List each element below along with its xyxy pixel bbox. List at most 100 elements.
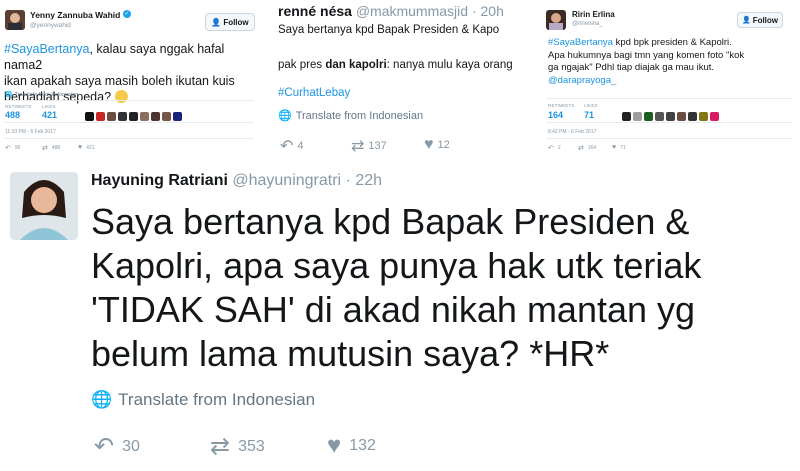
reply-button[interactable]: ↶ 4 <box>280 136 304 156</box>
retweets-label: RETWEETS <box>548 103 575 108</box>
retweet-icon: ⇄ <box>210 433 231 460</box>
tweet-age[interactable]: · 22h <box>346 172 382 189</box>
avatar[interactable] <box>96 112 105 121</box>
retweet-count: 353 <box>238 437 265 455</box>
hashtag-link[interactable]: #CurhatLebay <box>278 87 350 99</box>
like-button[interactable]: ♥ 71 <box>612 144 626 151</box>
avatar[interactable] <box>655 112 664 121</box>
display-name[interactable]: Ririn Erlina <box>572 10 615 19</box>
display-name[interactable]: Yenny Zannuba Wahid <box>30 10 120 20</box>
tweet-text-line: Kapolri, apa saya punya hak utk teriak <box>91 245 702 286</box>
translate-label: Translate from Indonesian <box>295 109 424 122</box>
likes-count[interactable]: 421 <box>42 110 57 120</box>
avatar[interactable] <box>622 112 631 121</box>
avatar[interactable] <box>688 112 697 121</box>
tweet-text-line: ga ngajak" Pdhl tiap diajak ga mau ikut. <box>548 62 715 73</box>
avatar[interactable] <box>85 112 94 121</box>
heart-icon: ♥ <box>78 144 83 151</box>
reply-icon: ↶ <box>280 138 294 155</box>
handle[interactable]: @hayuningratri <box>232 172 341 189</box>
retweet-count: 488 <box>51 145 61 151</box>
divider <box>4 138 254 139</box>
liker-avatars[interactable] <box>622 108 721 126</box>
retweet-icon: ⇄ <box>578 145 584 152</box>
retweet-button[interactable]: ⇄ 488 <box>42 144 60 152</box>
heart-icon: ♥ <box>612 144 617 151</box>
follow-label: Follow <box>223 17 249 27</box>
avatar[interactable] <box>151 112 160 121</box>
retweet-count: 164 <box>587 145 597 151</box>
thinking-emoji-icon <box>114 90 128 103</box>
tweet-text-part: : nanya mulu kaya orang <box>386 59 513 71</box>
tweet-text-second: pak pres dan kapolri: nanya mulu kaya or… <box>278 59 513 71</box>
follow-label: Follow <box>752 15 779 25</box>
like-count: 421 <box>86 144 95 151</box>
hashtag-link[interactable]: #SayaBertanya <box>548 37 613 48</box>
avatar[interactable] <box>118 112 127 121</box>
tweet-text: Saya bertanya kpd Bapak Presiden & Kapol… <box>91 200 701 376</box>
avatar[interactable] <box>666 112 675 121</box>
tweet-text-line: Apa hukumnya bagi tmn yang komen foto "k… <box>548 49 745 61</box>
handle[interactable]: @ririenina_ <box>572 21 603 27</box>
translate-link[interactable]: 🌐 Translate from Indonesian <box>278 109 424 123</box>
tweet-age[interactable]: · 20h <box>472 3 504 19</box>
avatar[interactable] <box>633 112 642 121</box>
tweet-text-line: 'TIDAK SAH' di akad nikah mantan yg <box>91 289 696 330</box>
avatar[interactable] <box>173 112 182 121</box>
retweet-button[interactable]: ⇄ 137 <box>351 136 387 156</box>
tweet-card-yenny: Yenny Zannuba Wahid ✓ @yennywahid 👤 Foll… <box>0 0 262 160</box>
mention-link[interactable]: @daraprayoga_ <box>548 75 616 86</box>
avatar[interactable] <box>677 112 686 121</box>
retweet-button[interactable]: ⇄ 164 <box>578 144 596 152</box>
retweets-count[interactable]: 164 <box>548 110 563 120</box>
add-user-icon: 👤 <box>741 17 751 24</box>
avatar[interactable] <box>710 112 719 121</box>
reply-count: 2 <box>557 145 561 151</box>
tweet-text-line: Saya bertanya kpd Bapak Presiden & Kapo <box>278 24 500 36</box>
avatar[interactable] <box>129 112 138 121</box>
reply-button[interactable]: ↶ 90 <box>5 144 20 152</box>
display-name[interactable]: Hayuning Ratriani <box>91 172 228 189</box>
tweet-text-part: kpd bpk presiden & Kapolri. <box>612 37 732 48</box>
avatar[interactable] <box>5 10 25 30</box>
likes-count[interactable]: 71 <box>584 110 594 120</box>
like-button[interactable]: ♥ 421 <box>78 144 95 151</box>
avatar[interactable] <box>107 112 116 121</box>
hashtag-link[interactable]: #SayaBertanya <box>4 42 89 56</box>
follow-button[interactable]: 👤 Follow <box>205 13 255 31</box>
timestamp[interactable]: 11:10 PM - 6 Feb 2017 <box>5 129 56 135</box>
timestamp[interactable]: 8:42 PM - 6 Feb 2017 <box>548 129 596 135</box>
avatar[interactable] <box>546 10 566 30</box>
divider <box>546 122 792 123</box>
like-button[interactable]: ♥ 132 <box>327 432 376 460</box>
translate-link[interactable]: 🌐 Translate from Indonesian <box>91 390 315 410</box>
follow-button[interactable]: 👤 Follow <box>737 12 783 28</box>
reply-count: 4 <box>297 140 304 152</box>
like-count: 12 <box>437 139 450 151</box>
handle[interactable]: @makmummasjid <box>356 3 468 19</box>
reply-button[interactable]: ↶ 30 <box>94 432 140 461</box>
tweet-text-line: ikan apakah saya masih boleh ikutan kuis <box>4 74 235 88</box>
divider <box>4 122 254 123</box>
translate-link[interactable]: 🌐 Translate from Indonesian <box>5 91 78 99</box>
avatar[interactable] <box>699 112 708 121</box>
retweets-count[interactable]: 488 <box>5 110 20 120</box>
reply-count: 30 <box>122 437 140 455</box>
like-button[interactable]: ♥ 12 <box>424 136 450 154</box>
globe-icon: 🌐 <box>278 110 292 122</box>
retweet-icon: ⇄ <box>42 145 48 152</box>
liker-avatars[interactable] <box>85 108 184 126</box>
tweet-text-line: Saya bertanya kpd Bapak Presiden & <box>91 201 690 242</box>
globe-icon: 🌐 <box>5 92 13 98</box>
avatar[interactable] <box>162 112 171 121</box>
display-name[interactable]: renné nésa <box>278 3 352 19</box>
handle[interactable]: @yennywahid <box>30 22 71 29</box>
tweet-text-line: belum lama mutusin saya? *HR* <box>91 333 610 374</box>
likes-label: LIKES <box>584 103 598 108</box>
retweet-button[interactable]: ⇄ 353 <box>210 432 265 461</box>
avatar[interactable] <box>10 172 78 240</box>
divider <box>546 98 792 99</box>
reply-button[interactable]: ↶ 2 <box>548 144 561 152</box>
avatar[interactable] <box>140 112 149 121</box>
avatar[interactable] <box>644 112 653 121</box>
